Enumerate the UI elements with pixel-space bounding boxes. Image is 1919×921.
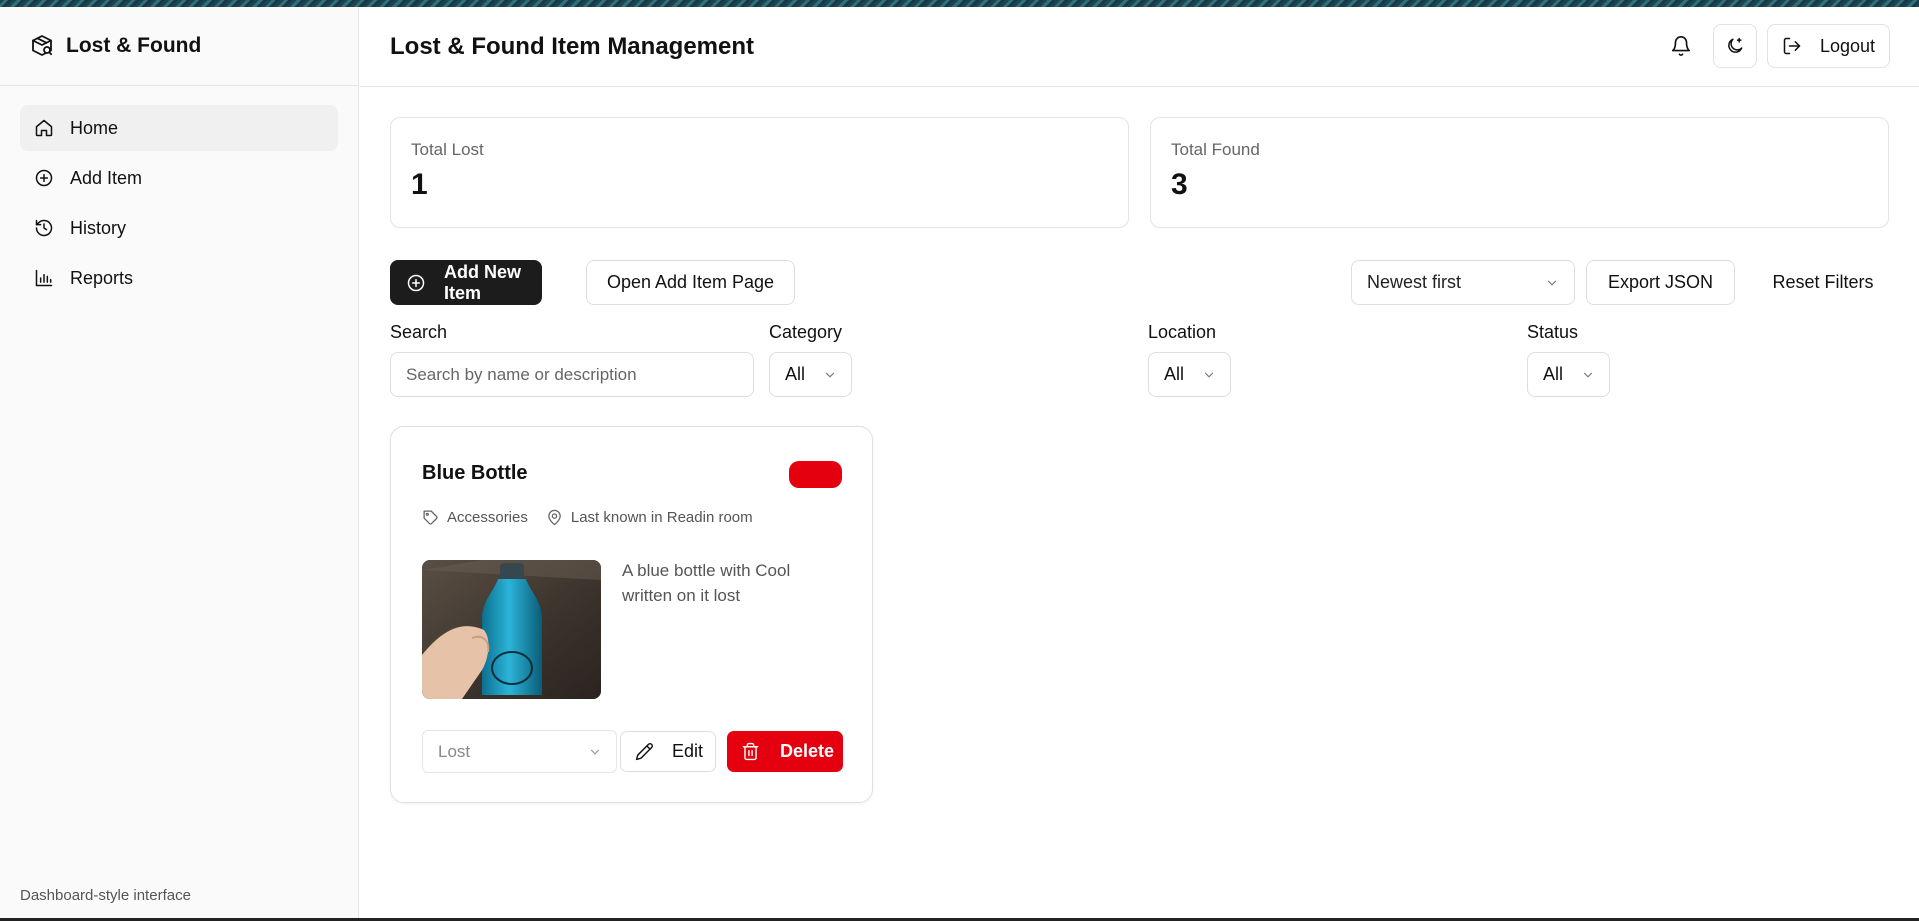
- category-value: All: [785, 364, 806, 384]
- total-found-label: Total Found: [1171, 140, 1260, 159]
- sidebar-item-reports[interactable]: Reports: [20, 255, 338, 301]
- sidebar-item-label: History: [70, 217, 127, 238]
- filters-row: Search Category All Location All Status …: [390, 322, 1890, 397]
- status-badge: [789, 461, 842, 488]
- category-label: Category: [769, 322, 843, 342]
- header-actions: Logout: [1659, 24, 1890, 68]
- search-label: Search: [390, 322, 448, 342]
- status-filter: Status All: [1527, 322, 1610, 397]
- trash-icon: [741, 742, 760, 761]
- category-select[interactable]: All: [769, 352, 852, 397]
- delete-label: Delete: [780, 741, 835, 761]
- add-new-item-button[interactable]: Add New Item: [390, 260, 542, 305]
- tag-icon: [422, 509, 439, 526]
- sort-select[interactable]: Newest first: [1351, 260, 1575, 305]
- item-card: Blue Bottle Accessories Last known in Re…: [390, 426, 873, 803]
- location-select[interactable]: All: [1148, 352, 1231, 397]
- status-value: All: [1543, 364, 1564, 384]
- total-found-card: Total Found 3: [1150, 117, 1889, 228]
- item-description: A blue bottle with Cool written on it lo…: [622, 561, 791, 605]
- total-found-value: 3: [1171, 168, 1188, 201]
- item-location: Last known in Readin room: [570, 509, 753, 526]
- logout-label: Logout: [1819, 35, 1875, 56]
- add-new-item-label: Add New Item: [444, 261, 522, 303]
- brand-title: Lost & Found: [66, 34, 202, 57]
- bell-icon: [1670, 35, 1692, 57]
- open-add-item-page-button[interactable]: Open Add Item Page: [586, 260, 795, 305]
- edit-label: Edit: [672, 741, 704, 761]
- item-meta: Accessories Last known in Readin room: [422, 509, 753, 526]
- bar-chart-icon: [34, 268, 54, 288]
- chevron-down-icon: [1545, 276, 1559, 290]
- logout-button[interactable]: Logout: [1766, 24, 1890, 68]
- export-json-button[interactable]: Export JSON: [1586, 260, 1735, 305]
- map-pin-icon: [546, 509, 563, 526]
- item-status-value: Lost: [438, 741, 471, 761]
- delete-button[interactable]: Delete: [727, 731, 843, 772]
- item-photo: [422, 560, 601, 699]
- sidebar-footer-text: Dashboard-style interface: [20, 887, 191, 904]
- plus-circle-icon: [34, 168, 54, 188]
- sidebar-item-home[interactable]: Home: [20, 105, 338, 151]
- sidebar-item-label: Home: [70, 117, 119, 138]
- status-select[interactable]: All: [1527, 352, 1610, 397]
- chevron-down-icon: [1581, 368, 1595, 382]
- pencil-icon: [635, 742, 654, 761]
- logout-icon: [1782, 36, 1802, 56]
- sidebar-item-label: Reports: [70, 267, 134, 288]
- stats-row: Total Lost 1 Total Found 3: [390, 117, 1890, 228]
- location-value: All: [1164, 364, 1185, 384]
- sidebar-item-label: Add Item: [70, 167, 143, 188]
- edit-button[interactable]: Edit: [620, 731, 716, 772]
- search-filter: Search: [390, 322, 754, 397]
- total-lost-value: 1: [411, 168, 428, 201]
- location-label: Location: [1148, 322, 1217, 342]
- item-title: Blue Bottle: [422, 462, 528, 484]
- history-icon: [34, 218, 54, 238]
- theme-toggle-button[interactable]: [1712, 24, 1757, 68]
- chevron-down-icon: [823, 368, 837, 382]
- plus-circle-icon: [406, 273, 426, 293]
- notifications-button[interactable]: [1659, 24, 1703, 68]
- toolbar: Add New Item Open Add Item Page Newest f…: [390, 260, 1890, 305]
- home-icon: [34, 118, 54, 138]
- sidebar: Lost & Found Home Add Item History Repor…: [0, 7, 359, 918]
- brand[interactable]: Lost & Found: [0, 7, 358, 86]
- search-input[interactable]: [390, 352, 754, 397]
- status-label: Status: [1527, 322, 1579, 342]
- item-status-select[interactable]: Lost: [422, 730, 617, 773]
- total-lost-card: Total Lost 1: [390, 117, 1129, 228]
- chevron-down-icon: [1202, 368, 1216, 382]
- sidebar-item-add-item[interactable]: Add Item: [20, 155, 338, 201]
- item-category: Accessories: [447, 509, 528, 526]
- category-filter: Category All: [769, 322, 852, 397]
- total-lost-label: Total Lost: [411, 140, 484, 159]
- main-content: Total Lost 1 Total Found 3 Add New Item …: [390, 117, 1890, 803]
- sort-value: Newest first: [1367, 272, 1462, 292]
- page-title: Lost & Found Item Management: [390, 32, 755, 60]
- sidebar-nav: Home Add Item History Reports: [0, 86, 358, 324]
- reset-filters-button[interactable]: Reset Filters: [1756, 260, 1890, 305]
- moon-icon: [1725, 36, 1745, 56]
- page-header: Lost & Found Item Management Logout: [360, 7, 1919, 87]
- package-search-icon: [30, 34, 54, 58]
- chevron-down-icon: [588, 745, 602, 759]
- location-filter: Location All: [1148, 322, 1231, 397]
- sidebar-item-history[interactable]: History: [20, 205, 338, 251]
- top-decorative-strip: [0, 0, 1919, 7]
